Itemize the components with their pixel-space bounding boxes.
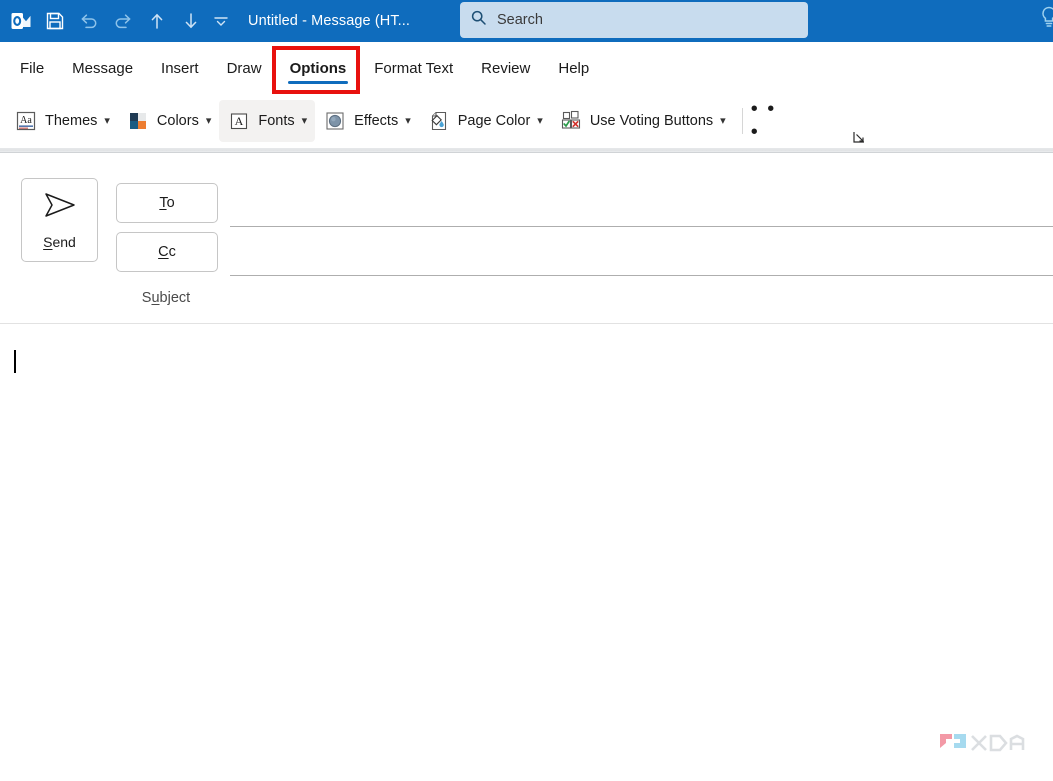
- ribbon-tab-bar: File Message Insert Draw Options Format …: [0, 42, 1053, 94]
- previous-item-icon[interactable]: [140, 4, 174, 38]
- tab-help[interactable]: Help: [544, 46, 603, 90]
- save-icon[interactable]: [38, 4, 72, 38]
- search-icon: [470, 9, 487, 31]
- colors-label: Colors: [156, 113, 199, 129]
- to-button[interactable]: To: [116, 183, 218, 223]
- ribbon-overflow-button[interactable]: • • •: [751, 98, 791, 143]
- tab-message[interactable]: Message: [58, 46, 147, 90]
- window-title: Untitled - Message (HT...: [248, 13, 411, 29]
- svg-text:Aa: Aa: [20, 115, 32, 126]
- fonts-button[interactable]: A Fonts ▾: [219, 100, 316, 142]
- tab-options[interactable]: Options: [276, 46, 361, 90]
- cc-button[interactable]: Cc: [116, 232, 218, 272]
- voting-buttons-icon: [559, 109, 583, 133]
- text-cursor: [14, 350, 16, 373]
- xda-watermark-logo: [936, 727, 1028, 759]
- tab-help-label: Help: [558, 59, 590, 77]
- to-field-underline[interactable]: [230, 226, 1053, 227]
- fonts-label: Fonts: [258, 113, 295, 129]
- send-arrow-icon: [40, 190, 80, 225]
- chevron-down-icon[interactable]: ▾: [302, 115, 308, 127]
- tab-insert[interactable]: Insert: [147, 46, 213, 90]
- search-input[interactable]: [497, 12, 787, 28]
- chevron-down-icon[interactable]: ▾: [405, 115, 411, 127]
- chevron-down-icon[interactable]: ▾: [537, 115, 543, 127]
- outlook-icon: [4, 4, 38, 38]
- colors-button[interactable]: Colors ▾: [118, 100, 219, 142]
- themes-icon: Aa: [14, 109, 38, 133]
- page-color-label: Page Color: [457, 113, 531, 129]
- title-bar: Untitled - Message (HT...: [0, 0, 1053, 42]
- send-button[interactable]: Send: [21, 178, 98, 262]
- cc-field-underline[interactable]: [230, 275, 1053, 276]
- quick-access-toolbar: [0, 0, 234, 42]
- next-item-icon[interactable]: [174, 4, 208, 38]
- chevron-down-icon[interactable]: ▾: [206, 115, 212, 127]
- dialog-box-launcher-icon[interactable]: [850, 128, 868, 146]
- tab-file-label: File: [20, 59, 45, 77]
- use-voting-buttons-button[interactable]: Use Voting Buttons ▾: [551, 100, 734, 142]
- tab-draw[interactable]: Draw: [213, 46, 276, 90]
- chevron-down-icon[interactable]: ▾: [104, 115, 110, 127]
- tab-file[interactable]: File: [6, 46, 58, 90]
- colors-icon: [126, 109, 150, 133]
- chevron-down-icon[interactable]: ▾: [720, 115, 726, 127]
- tab-review[interactable]: Review: [467, 46, 544, 90]
- tab-options-label: Options: [289, 59, 347, 77]
- tab-insert-label: Insert: [161, 59, 199, 77]
- tab-review-label: Review: [481, 59, 531, 77]
- use-voting-buttons-label: Use Voting Buttons: [589, 113, 714, 129]
- page-color-icon: [427, 109, 451, 133]
- to-label: To: [159, 195, 175, 211]
- compose-header: Send To Cc Subject: [0, 153, 1053, 324]
- tab-format-text[interactable]: Format Text: [360, 46, 467, 90]
- tab-active-indicator: [287, 81, 349, 84]
- tab-message-label: Message: [72, 59, 134, 77]
- undo-icon[interactable]: [72, 4, 106, 38]
- fonts-icon: A: [227, 109, 251, 133]
- send-label: Send: [43, 234, 76, 250]
- effects-label: Effects: [354, 113, 399, 129]
- message-body[interactable]: [0, 324, 1053, 781]
- ribbon-separator: [741, 108, 743, 134]
- search-box[interactable]: [460, 2, 808, 38]
- lightbulb-icon[interactable]: [1036, 4, 1053, 34]
- subject-label: Subject: [141, 290, 191, 306]
- themes-button[interactable]: Aa Themes ▾: [6, 100, 118, 142]
- redo-icon[interactable]: [106, 4, 140, 38]
- svg-text:A: A: [235, 114, 244, 128]
- customize-quick-access-toolbar-icon[interactable]: [208, 4, 234, 38]
- tab-draw-label: Draw: [226, 59, 262, 77]
- themes-label: Themes: [45, 113, 98, 129]
- effects-button[interactable]: Effects ▾: [315, 100, 419, 142]
- effects-icon: [323, 109, 347, 133]
- page-color-button[interactable]: Page Color ▾: [419, 100, 551, 142]
- ribbon-command-bar: Aa Themes ▾ Colors ▾ A Fonts ▾ Effects ▾…: [0, 94, 1053, 148]
- tab-format-text-label: Format Text: [374, 59, 454, 77]
- cc-label: Cc: [158, 244, 176, 260]
